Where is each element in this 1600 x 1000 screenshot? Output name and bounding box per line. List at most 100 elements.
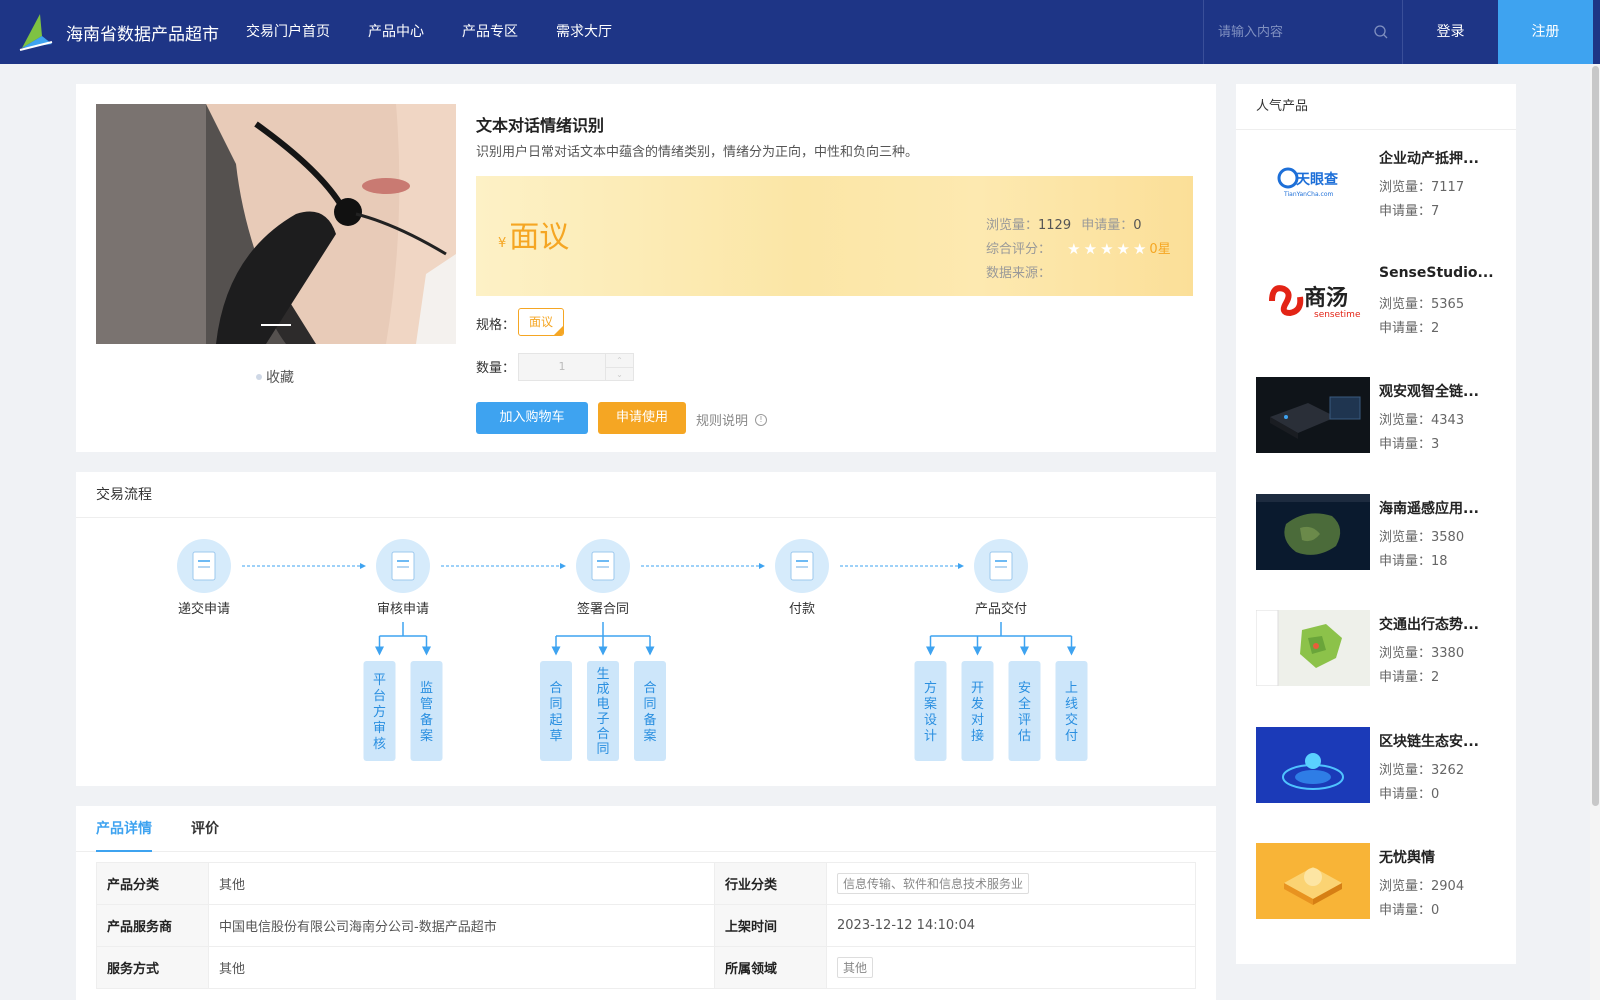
product-thumbnail[interactable] — [1256, 610, 1370, 686]
popular-product-item[interactable]: 交通出行态势... 浏览量：3380 申请量：2 — [1256, 610, 1506, 690]
detail-key: 服务方式 — [96, 946, 209, 989]
quantity-value[interactable]: 1 — [519, 354, 605, 380]
flow-step-label: 付款 — [789, 602, 815, 617]
popular-product-applications: 申请量：2 — [1379, 320, 1440, 336]
detail-key: 行业分类 — [714, 862, 827, 905]
spec-label: 规格： — [476, 318, 516, 333]
quantity-stepper[interactable]: 1 ⌃ ⌄ — [518, 353, 634, 381]
scrollbar-thumb[interactable] — [1592, 66, 1599, 806]
svg-text:TianYanCha.com: TianYanCha.com — [1283, 191, 1333, 198]
login-button[interactable]: 登录 — [1403, 0, 1498, 64]
flow-substep-label: 安全评估 — [1018, 681, 1031, 744]
product-thumbnail[interactable]: 商汤 sensetime — [1256, 260, 1370, 337]
add-to-cart-button[interactable]: 加入购物车 — [476, 402, 588, 434]
star-icon: ★ — [1116, 240, 1130, 258]
product-photo — [96, 104, 456, 344]
product-thumbnail[interactable] — [1256, 377, 1370, 453]
tab-reviews[interactable]: 评价 — [191, 806, 219, 852]
popular-product-item[interactable]: 无忧舆情 浏览量：2904 申请量：0 — [1256, 843, 1506, 923]
spec-option[interactable]: 面议 — [518, 308, 564, 336]
product-image[interactable] — [96, 104, 456, 344]
rating-stars: ★ ★ ★ ★ ★ — [1067, 242, 1149, 257]
product-thumbnail[interactable] — [1256, 843, 1370, 919]
popular-product-name[interactable]: 交通出行态势... — [1379, 614, 1497, 634]
search-input[interactable] — [1218, 20, 1368, 44]
popular-product-name[interactable]: SenseStudio... — [1379, 265, 1497, 281]
star-icon: ★ — [1083, 240, 1098, 258]
popular-product-name[interactable]: 无忧舆情 — [1379, 847, 1497, 867]
popular-product-item[interactable]: 观安观智全链... 浏览量：4343 申请量：3 — [1256, 377, 1506, 457]
flow-substep-label: 方案设计 — [924, 680, 937, 744]
product-title: 文本对话情绪识别 — [476, 116, 605, 135]
popular-products-panel: 人气产品 天眼查 TianYanCha.com 企业动产抵押... 浏览量：71… — [1236, 84, 1516, 964]
document-icon — [790, 551, 814, 581]
popular-product-item[interactable]: 海南遥感应用... 浏览量：3580 申请量：18 — [1256, 493, 1506, 574]
product-panel: 收藏 文本对话情绪识别 识别用户日常对话文本中蕴含的情绪类别，情绪分为正向，中性… — [76, 84, 1216, 452]
flow-step-label: 审核申请 — [377, 602, 429, 617]
increment-icon[interactable]: ⌃ — [606, 354, 633, 368]
popular-product-name[interactable]: 海南遥感应用... — [1379, 498, 1497, 518]
views-label: 浏览量： — [986, 218, 1039, 233]
search-icon[interactable] — [1374, 25, 1388, 39]
collect-label: 收藏 — [266, 370, 294, 386]
register-button[interactable]: 注册 — [1498, 0, 1593, 64]
popular-product-views: 浏览量：3262 — [1379, 762, 1465, 778]
popular-product-applications: 申请量：0 — [1379, 786, 1440, 802]
product-thumbnail[interactable]: 天眼查 TianYanCha.com — [1256, 144, 1370, 220]
star-icon: ★ — [1100, 240, 1114, 258]
carousel-indicator[interactable] — [261, 324, 291, 326]
detail-row: 服务方式 其他 所属领域 其他 — [96, 946, 1196, 989]
detail-value: 2023-12-12 14:10:04 — [826, 904, 1196, 947]
detail-panel: 产品详情 评价 产品分类 其他 行业分类 信息传输、软件和信息技术服务业 产品服务商 中国… — [76, 806, 1216, 1000]
flow-step-label: 签署合同 — [577, 601, 629, 617]
site-title[interactable]: 海南省数据产品超市 — [66, 20, 219, 45]
rules-link[interactable]: 规则说明 ! — [696, 410, 768, 429]
product-thumbnail[interactable] — [1256, 493, 1370, 570]
popular-product-name[interactable]: 区块链生态安... — [1379, 731, 1497, 751]
svg-text:sensetime: sensetime — [1314, 310, 1361, 320]
collect-icon — [256, 374, 262, 380]
popular-product-name[interactable]: 企业动产抵押... — [1379, 148, 1497, 168]
category-tag: 信息传输、软件和信息技术服务业 — [837, 873, 1030, 894]
popular-product-item[interactable]: 天眼查 TianYanCha.com 企业动产抵押... 浏览量：7117 申请… — [1256, 144, 1506, 224]
popular-product-applications: 申请量：2 — [1379, 670, 1440, 685]
popular-product-item[interactable]: 区块链生态安... 浏览量：3262 申请量：0 — [1256, 726, 1506, 807]
nav-demand-hall[interactable]: 需求大厅 — [556, 0, 612, 64]
detail-key: 上架时间 — [714, 904, 827, 947]
price-box: ¥ 面议 浏览量：1129 申请量：0 综合评分： ★ ★ ★ ★ ★ 0星 数… — [476, 176, 1193, 296]
nav-product-zone[interactable]: 产品专区 — [462, 0, 518, 64]
product-stats: 浏览量：1129 申请量：0 综合评分： ★ ★ ★ ★ ★ 0星 数据来源： — [986, 214, 1171, 286]
detail-key: 产品服务商 — [96, 904, 209, 947]
popular-product-name[interactable]: 观安观智全链... — [1379, 381, 1497, 401]
flow-substep-label: 开发对接 — [971, 681, 984, 744]
popular-product-applications: 申请量：3 — [1379, 437, 1440, 452]
collect-button[interactable]: 收藏 — [256, 367, 294, 387]
popular-product-applications: 申请量：0 — [1379, 903, 1440, 918]
product-thumbnail[interactable] — [1256, 726, 1370, 803]
quantity-label: 数量： — [476, 361, 516, 376]
flow-substep-label: 监管备案 — [420, 681, 433, 744]
spec-option-label: 面议 — [528, 315, 553, 329]
popular-product-views: 浏览量：2904 — [1379, 879, 1465, 894]
rating-label: 综合评分： — [986, 242, 1052, 257]
popular-product-views: 浏览量：4343 — [1379, 413, 1465, 428]
quantity-step-buttons: ⌃ ⌄ — [605, 354, 633, 380]
info-icon[interactable]: ! — [755, 413, 768, 426]
nav-product-center[interactable]: 产品中心 — [368, 0, 424, 64]
popular-product-applications: 申请量：18 — [1379, 553, 1448, 569]
popular-product-views: 浏览量：3580 — [1379, 529, 1465, 545]
nav-home[interactable]: 交易门户首页 — [246, 0, 330, 64]
main-nav: 交易门户首页 产品中心 产品专区 需求大厅 — [246, 0, 650, 64]
detail-row: 产品分类 其他 行业分类 信息传输、软件和信息技术服务业 — [96, 862, 1196, 905]
flow-substep-label: 平台方审核 — [373, 673, 386, 752]
site-logo-icon[interactable] — [18, 12, 56, 52]
trade-flow-panel: 交易流程 递交申请 审核申请 平台方审核 监管备案 签署合同 合同起草 生成电子合同 合同备案… — [76, 472, 1216, 786]
decrement-icon[interactable]: ⌄ — [606, 368, 633, 381]
popular-product-views: 浏览量：5365 — [1379, 296, 1465, 312]
flow-step-label: 产品交付 — [975, 601, 1027, 617]
product-description: 识别用户日常对话文本中蕴含的情绪类别，情绪分为正向，中性和负向三种。 — [476, 145, 919, 160]
price-value: 面议 — [509, 220, 570, 255]
tab-product-details[interactable]: 产品详情 — [96, 806, 152, 852]
popular-product-item[interactable]: 商汤 sensetime SenseStudio... 浏览量：5365 申请量… — [1256, 260, 1506, 341]
apply-button[interactable]: 申请使用 — [598, 402, 686, 434]
